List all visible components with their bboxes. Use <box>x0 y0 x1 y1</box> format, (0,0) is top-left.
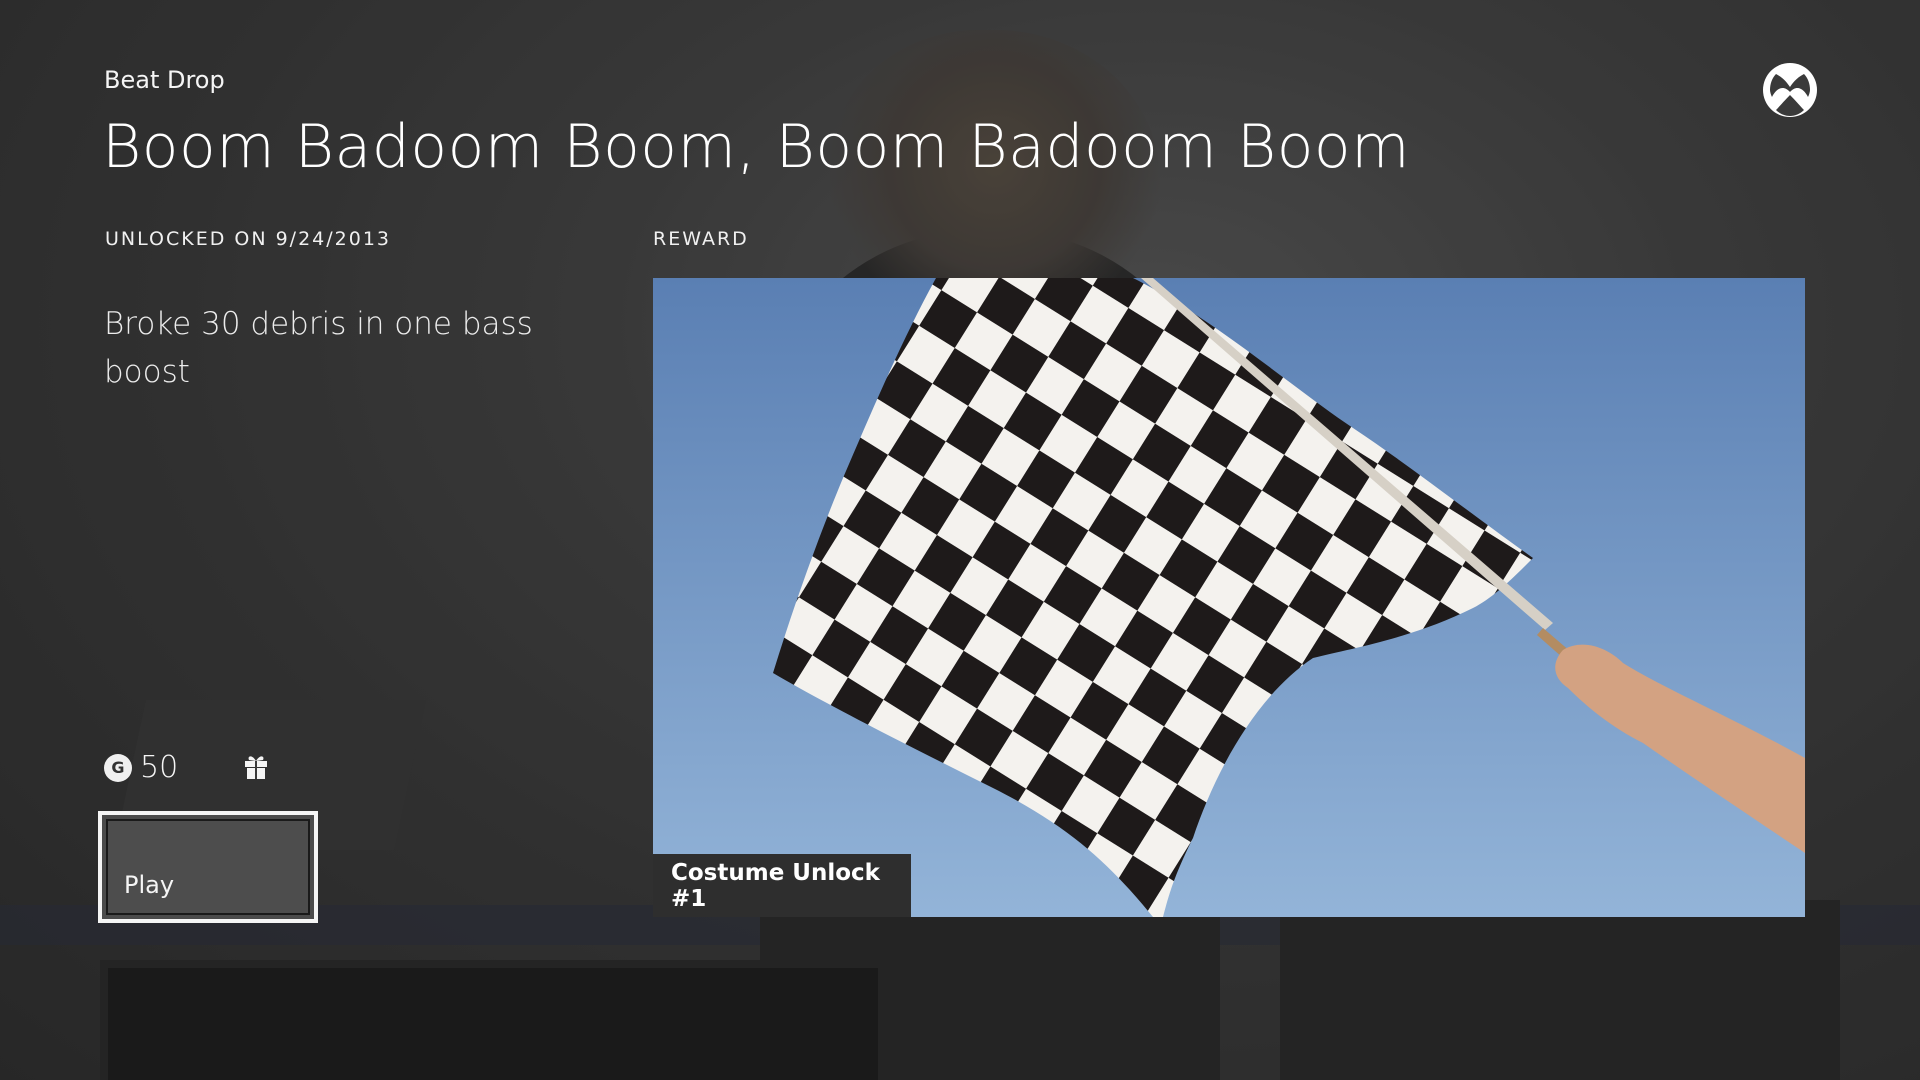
gamerscore: G 50 <box>104 750 178 785</box>
play-button[interactable]: Play <box>98 811 318 923</box>
gamerscore-icon: G <box>104 753 132 782</box>
checkered-flag-image <box>653 278 1805 917</box>
gamerscore-value: 50 <box>140 750 179 785</box>
game-title: Beat Drop <box>104 66 225 94</box>
play-button-label: Play <box>124 871 175 899</box>
achievement-title: Boom Badoom Boom, Boom Badoom Boom <box>102 112 1411 182</box>
play-button-inner <box>106 819 310 915</box>
reward-tile[interactable]: Costume Unlock #1 <box>653 278 1805 917</box>
achievement-description: Broke 30 debris in one bass boost <box>104 306 533 390</box>
reward-caption: Costume Unlock #1 <box>653 854 911 917</box>
gift-icon <box>245 756 267 779</box>
reward-heading: REWARD <box>653 228 749 250</box>
xbox-logo-icon <box>1763 63 1817 117</box>
achievement-details-screen: Beat Drop Boom Badoom Boom, Boom Badoom … <box>0 0 1920 1080</box>
unlocked-date: UNLOCKED ON 9/24/2013 <box>105 228 392 250</box>
